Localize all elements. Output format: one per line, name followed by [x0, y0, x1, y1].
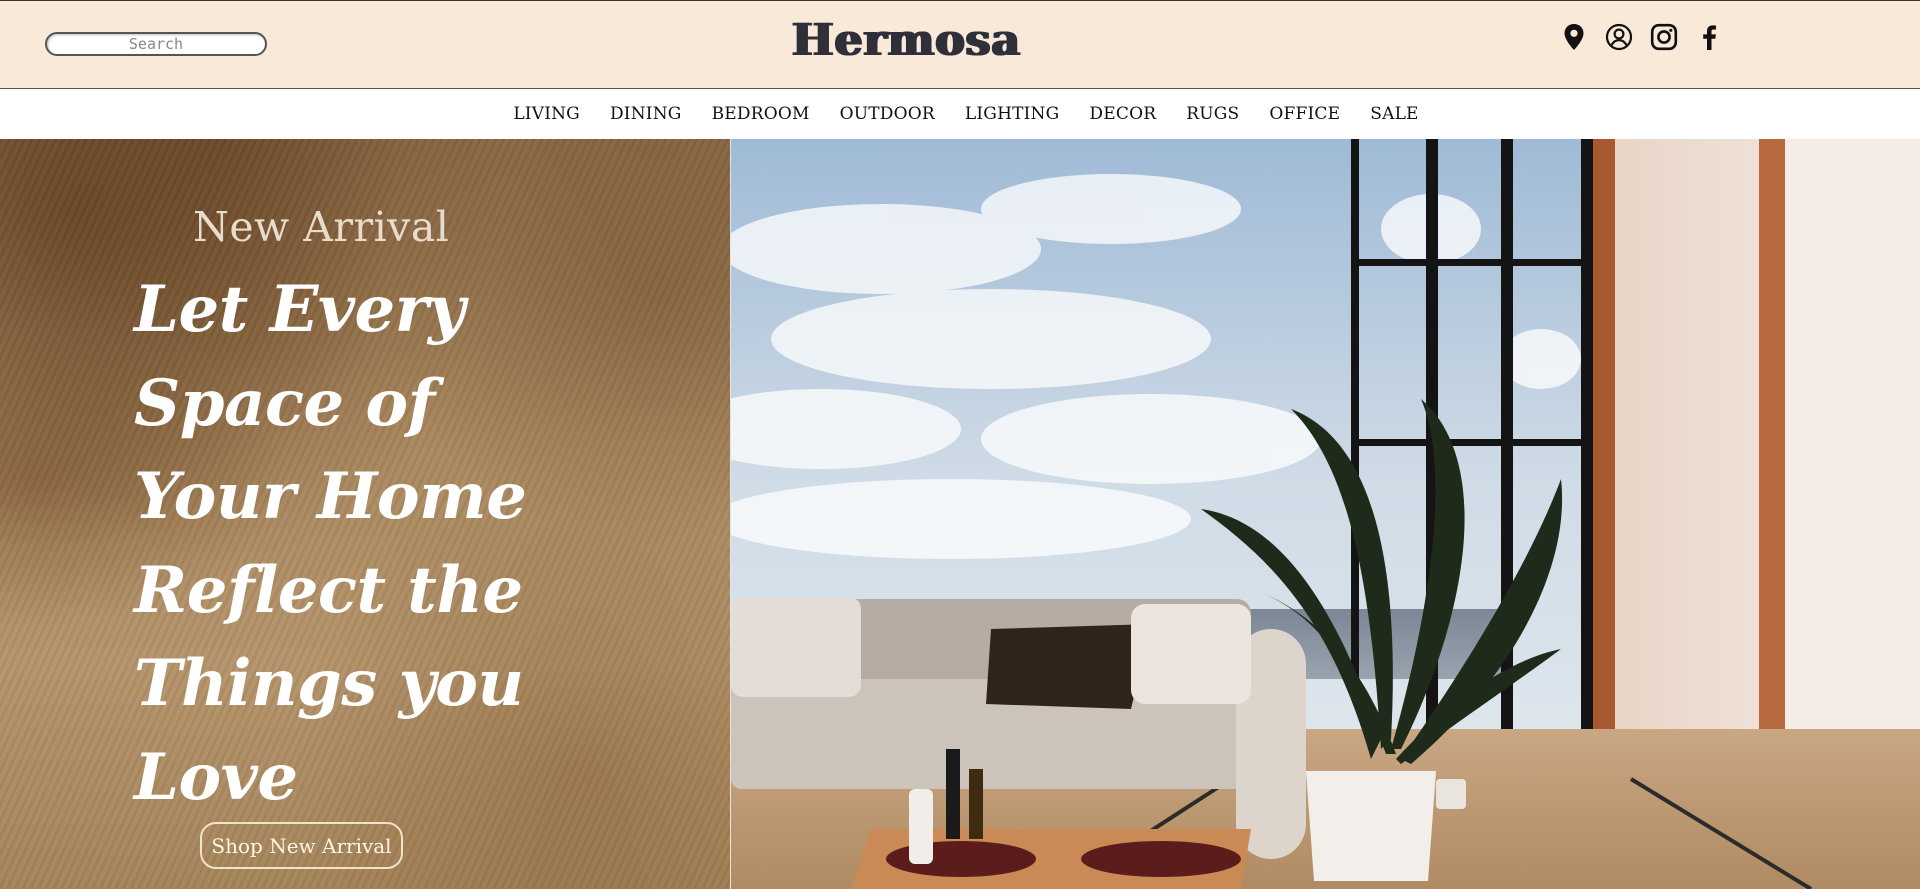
living-room-illustration [731, 139, 1920, 889]
headline-line: Space of [134, 365, 435, 441]
nav-item-sale[interactable]: SALE [1370, 104, 1418, 124]
facebook-icon[interactable] [1695, 23, 1723, 51]
search-box[interactable] [45, 32, 267, 56]
headline-line: Things you [134, 646, 524, 721]
headline-line: Your Home [134, 459, 527, 534]
hero-eyebrow: New Arrival [193, 203, 450, 251]
shop-new-arrival-button[interactable]: Shop New Arrival [200, 822, 403, 869]
headline-line: Let Every [134, 272, 465, 347]
nav-item-decor[interactable]: DECOR [1089, 104, 1156, 124]
hero-headline: Let Every Space of Your Home Reflect the… [134, 263, 527, 824]
nav-item-outdoor[interactable]: OUTDOOR [840, 104, 935, 124]
instagram-icon[interactable] [1650, 23, 1678, 51]
user-account-icon[interactable] [1605, 23, 1633, 51]
main-navigation: LIVING DINING BEDROOM OUTDOOR LIGHTING D… [0, 89, 1920, 139]
nav-item-living[interactable]: LIVING [513, 104, 580, 124]
site-logo[interactable]: Hermosa [792, 15, 1020, 66]
nav-item-dining[interactable]: DINING [610, 104, 682, 124]
hero-banner: New Arrival Let Every Space of Your Home… [0, 139, 1920, 889]
nav-item-lighting[interactable]: LIGHTING [965, 104, 1060, 124]
headline-line: Love [134, 739, 298, 815]
hero-image [730, 139, 1920, 889]
site-header: Hermosa [0, 0, 1920, 89]
location-pin-icon[interactable] [1560, 23, 1588, 51]
nav-list: LIVING DINING BEDROOM OUTDOOR LIGHTING D… [513, 104, 1418, 124]
nav-item-bedroom[interactable]: BEDROOM [712, 104, 810, 124]
nav-item-office[interactable]: OFFICE [1269, 104, 1340, 124]
headline-line: Reflect the [134, 552, 523, 628]
nav-item-rugs[interactable]: RUGS [1186, 104, 1239, 124]
hero-text-panel: New Arrival Let Every Space of Your Home… [0, 139, 730, 889]
header-icon-group [1560, 23, 1723, 51]
search-input[interactable] [47, 34, 265, 54]
